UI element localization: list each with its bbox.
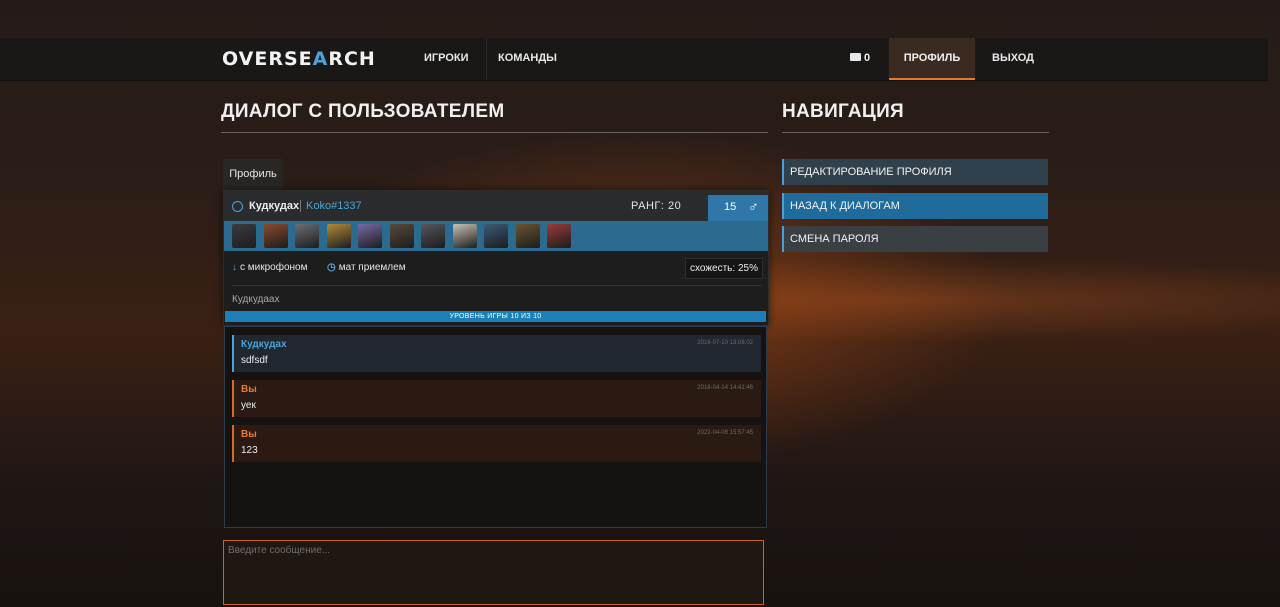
- messages-count: 0: [864, 52, 871, 64]
- logo-text-part-2: A: [312, 48, 329, 70]
- online-status-icon: [232, 201, 243, 212]
- similarity-badge: схожесть: 25%: [685, 258, 763, 279]
- skill-level-bar: УРОВЕНЬ ИГРЫ 10 ИЗ 10: [225, 311, 766, 322]
- envelope-icon: [850, 53, 861, 62]
- message-input[interactable]: [223, 540, 764, 605]
- title-underline: [221, 132, 768, 133]
- message-thread[interactable]: Кудкудах 2016-07-10 13:08:02 sdfsdf Вы 2…: [224, 326, 767, 528]
- message-item: Вы 2022-04-08 15:57:45 123: [232, 425, 761, 462]
- clock-icon: ◷: [327, 262, 336, 273]
- sidebar-item-back-to-dialogs[interactable]: Назад к диалогам: [782, 193, 1048, 219]
- feature-swearing-label: мат приемлем: [338, 262, 406, 273]
- hero-portrait: [484, 224, 508, 248]
- top-navbar: OVERSEARCH ИГРОКИ КОМАНДЫ 0 ПРОФИЛЬ ВЫХО…: [0, 38, 1268, 81]
- hero-portrait: [326, 224, 351, 248]
- message-item: Вы 2018-04-14 14:41:46 уек: [232, 380, 761, 417]
- nav-teams-link[interactable]: КОМАНДЫ: [498, 38, 557, 80]
- logo-text-part-1: OVERSE: [222, 48, 313, 70]
- message-text: 123: [241, 445, 258, 456]
- message-author: Вы: [241, 429, 257, 440]
- hero-portrait: [389, 224, 414, 248]
- sidebar-title: НАВИГАЦИЯ: [782, 101, 905, 122]
- message-author[interactable]: Кудкудах: [241, 339, 287, 350]
- profile-card: Кудкудах Koko#1337 РАНГ: 20 15 ♂ ↓ с микр…: [223, 190, 769, 326]
- nav-logout-link[interactable]: ВЫХОД: [992, 38, 1034, 80]
- tab-profile[interactable]: Профиль: [223, 159, 283, 190]
- feature-microphone-label: с микрофоном: [240, 262, 308, 273]
- message-timestamp: 2018-04-14 14:41:46: [697, 385, 753, 391]
- hero-portrait: [421, 224, 445, 248]
- age-gender-badge: 15 ♂: [708, 195, 768, 221]
- hero-portraits-row: [224, 221, 768, 251]
- page-title: ДИАЛОГ С ПОЛЬЗОВАТЕЛЕМ: [221, 101, 505, 122]
- feature-microphone: ↓ с микрофоном: [232, 262, 308, 273]
- male-gender-icon: ♂: [748, 198, 759, 214]
- message-timestamp: 2016-07-10 13:08:02: [697, 340, 753, 346]
- hero-portrait: [295, 224, 319, 248]
- hero-portrait: [263, 224, 288, 248]
- message-author: Вы: [241, 384, 257, 395]
- profile-username[interactable]: Кудкудах: [249, 200, 299, 212]
- profile-battletag[interactable]: Koko#1337: [300, 200, 362, 212]
- message-timestamp: 2022-04-08 15:57:45: [697, 430, 753, 436]
- message-text: sdfsdf: [241, 355, 268, 366]
- logo-text-part-3: RCH: [328, 48, 376, 70]
- sidebar-underline: [782, 132, 1049, 133]
- profile-rank: РАНГ: 20: [631, 200, 682, 212]
- hero-portrait: [232, 224, 256, 248]
- hero-portrait: [515, 224, 540, 248]
- card-divider: [232, 285, 762, 286]
- feature-swearing: ◷ мат приемлем: [327, 262, 406, 273]
- hero-portrait: [547, 224, 571, 248]
- hero-portrait: [452, 224, 477, 248]
- message-text: уек: [241, 400, 256, 411]
- message-item: Кудкудах 2016-07-10 13:08:02 sdfsdf: [232, 335, 761, 372]
- nav-profile-link[interactable]: ПРОФИЛЬ: [889, 38, 975, 80]
- site-logo[interactable]: OVERSEARCH: [222, 48, 376, 70]
- nav-players-link[interactable]: ИГРОКИ: [424, 38, 469, 80]
- sidebar-item-edit-profile[interactable]: Редактирование профиля: [782, 159, 1048, 185]
- profile-age: 15: [724, 201, 737, 213]
- sidebar-item-change-password[interactable]: Смена пароля: [782, 226, 1048, 252]
- messages-indicator[interactable]: 0: [850, 38, 870, 80]
- hero-portrait: [358, 224, 382, 248]
- nav-separator: [486, 38, 487, 80]
- microphone-icon: ↓: [232, 262, 237, 273]
- profile-description: Кудкудаах: [232, 294, 280, 305]
- profile-card-header: Кудкудах Koko#1337 РАНГ: 20 15 ♂: [224, 191, 768, 221]
